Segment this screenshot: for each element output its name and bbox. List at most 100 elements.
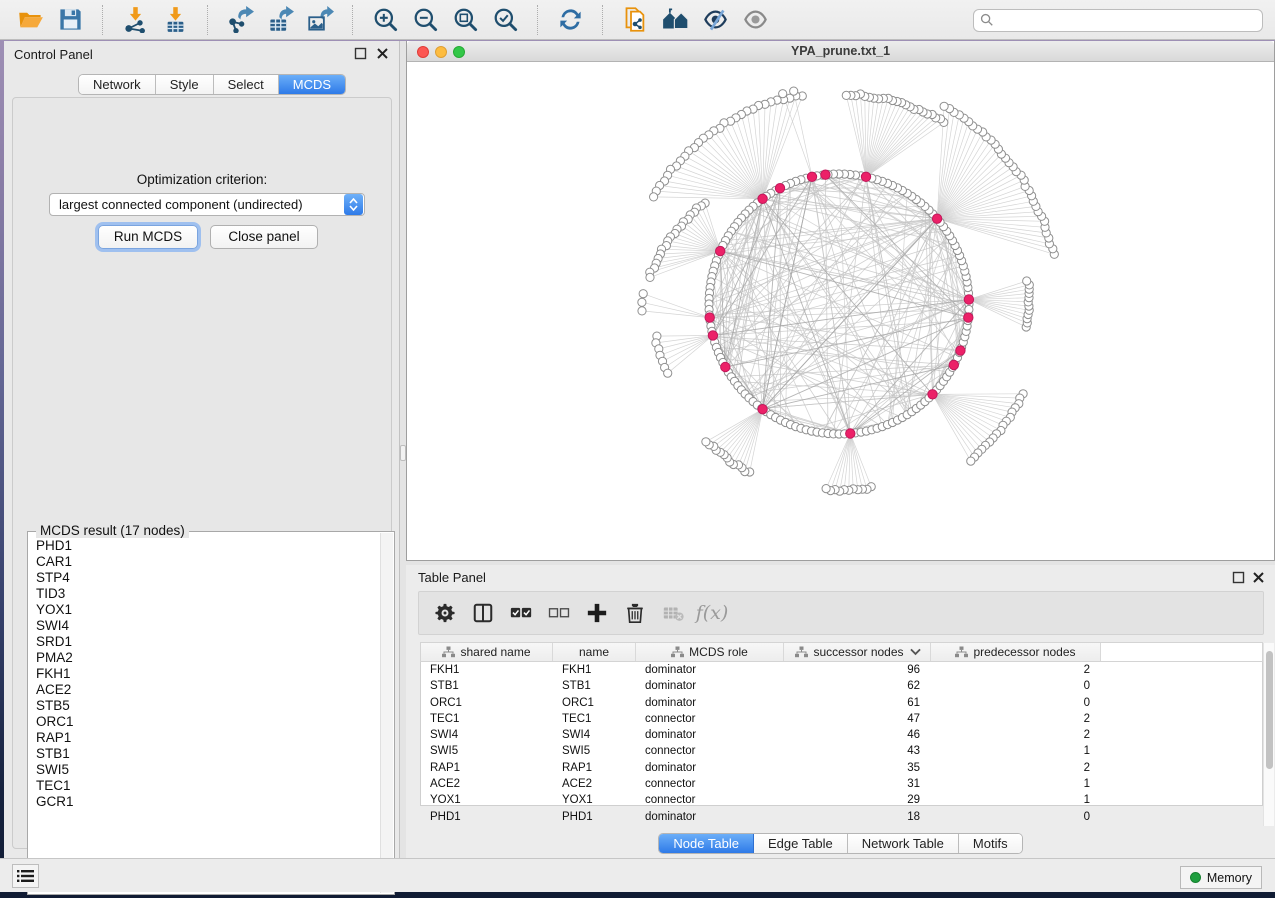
import-table-icon[interactable]: [155, 3, 195, 37]
graph-dominator-node[interactable]: [721, 362, 730, 371]
mcds-result-item[interactable]: STB5: [28, 698, 380, 714]
table-cell[interactable]: 2: [930, 727, 1100, 743]
graph-node[interactable]: [967, 457, 975, 465]
graph-node[interactable]: [965, 305, 973, 313]
table-cell[interactable]: 61: [783, 695, 930, 711]
table-cell[interactable]: dominator: [635, 760, 783, 776]
table-cell[interactable]: TEC1: [552, 711, 635, 727]
show-columns-icon[interactable]: [467, 596, 499, 630]
mcds-result-item[interactable]: STB1: [28, 746, 380, 762]
graph-node[interactable]: [664, 369, 672, 377]
graph-dominator-node[interactable]: [928, 390, 937, 399]
graph-dominator-node[interactable]: [846, 429, 855, 438]
table-cell[interactable]: SWI4: [552, 727, 635, 743]
run-mcds-button[interactable]: Run MCDS: [98, 225, 198, 249]
delete-row-icon[interactable]: [619, 596, 651, 630]
table-cell[interactable]: 1: [930, 792, 1100, 808]
table-row[interactable]: ORC1ORC1dominator610: [420, 695, 1253, 711]
table-cell[interactable]: ORC1: [552, 695, 635, 711]
network-window-titlebar[interactable]: YPA_prune.txt_1: [407, 41, 1274, 62]
table-cell[interactable]: ORC1: [420, 695, 552, 711]
column-header-name[interactable]: name: [553, 643, 636, 661]
float-panel-icon[interactable]: [354, 47, 367, 60]
mcds-list-scrollbar[interactable]: [380, 533, 393, 893]
graph-dominator-node[interactable]: [807, 172, 816, 181]
export-network-icon[interactable]: [220, 3, 260, 37]
table-cell[interactable]: 96: [783, 662, 930, 678]
export-table-icon[interactable]: [260, 3, 300, 37]
graph-node[interactable]: [940, 102, 948, 110]
table-row[interactable]: ACE2ACE2connector311: [420, 776, 1253, 792]
table-cell[interactable]: dominator: [635, 727, 783, 743]
graph-dominator-node[interactable]: [716, 246, 725, 255]
graph-dominator-node[interactable]: [861, 172, 870, 181]
export-image-icon[interactable]: [300, 3, 340, 37]
graph-node[interactable]: [639, 290, 647, 298]
mcds-result-item[interactable]: ORC1: [28, 714, 380, 730]
show-graphics-details-icon[interactable]: [735, 3, 775, 37]
tab-network[interactable]: Network: [79, 75, 156, 94]
graph-dominator-node[interactable]: [758, 194, 767, 203]
table-cell[interactable]: 1: [930, 743, 1100, 759]
tab-node-table[interactable]: Node Table: [659, 834, 754, 853]
table-cell[interactable]: connector: [635, 792, 783, 808]
graph-dominator-node[interactable]: [775, 184, 784, 193]
table-cell[interactable]: RAP1: [420, 760, 552, 776]
graph-node[interactable]: [842, 91, 850, 99]
table-cell[interactable]: STB1: [552, 678, 635, 694]
graph-dominator-node[interactable]: [964, 295, 973, 304]
tab-style[interactable]: Style: [156, 75, 214, 94]
sort-chevron-icon[interactable]: [909, 646, 919, 658]
table-row[interactable]: TEC1TEC1connector472: [420, 711, 1253, 727]
table-cell[interactable]: dominator: [635, 809, 783, 825]
graph-dominator-node[interactable]: [758, 405, 767, 414]
graph-dominator-node[interactable]: [932, 214, 941, 223]
tab-network-table[interactable]: Network Table: [848, 834, 959, 853]
search-input[interactable]: [973, 9, 1263, 32]
table-cell[interactable]: 2: [930, 711, 1100, 727]
float-panel-icon[interactable]: [1232, 571, 1245, 584]
mcds-result-item[interactable]: STP4: [28, 570, 380, 586]
column-header-predecessor-nodes[interactable]: predecessor nodes: [931, 643, 1101, 661]
table-cell[interactable]: 62: [783, 678, 930, 694]
graph-node[interactable]: [638, 298, 646, 306]
delete-table-icon[interactable]: [657, 596, 689, 630]
zoom-in-icon[interactable]: [365, 3, 405, 37]
graph-node[interactable]: [646, 273, 654, 281]
network-graph-svg[interactable]: [407, 62, 1274, 559]
table-cell[interactable]: RAP1: [552, 760, 635, 776]
zoom-out-icon[interactable]: [405, 3, 445, 37]
mcds-result-item[interactable]: SWI5: [28, 762, 380, 778]
table-cell[interactable]: YOX1: [420, 792, 552, 808]
table-cell[interactable]: 29: [783, 792, 930, 808]
graph-dominator-node[interactable]: [821, 170, 830, 179]
save-icon[interactable]: [50, 3, 90, 37]
zoom-fit-icon[interactable]: [445, 3, 485, 37]
table-cell[interactable]: connector: [635, 743, 783, 759]
close-panel-button[interactable]: Close panel: [210, 225, 318, 249]
column-header-shared-name[interactable]: shared name: [421, 643, 553, 661]
graph-node[interactable]: [638, 307, 646, 315]
mcds-result-item[interactable]: SWI4: [28, 618, 380, 634]
table-cell[interactable]: TEC1: [420, 711, 552, 727]
tab-mcds[interactable]: MCDS: [279, 75, 345, 94]
mcds-result-item[interactable]: GCR1: [28, 794, 380, 810]
table-cell[interactable]: 43: [783, 743, 930, 759]
clone-network-icon[interactable]: [615, 3, 655, 37]
deselect-all-checkboxes-icon[interactable]: [543, 596, 575, 630]
table-cell[interactable]: connector: [635, 711, 783, 727]
table-row[interactable]: SWI4SWI4dominator462: [420, 727, 1253, 743]
table-cell[interactable]: SWI4: [420, 727, 552, 743]
table-cell[interactable]: YOX1: [552, 792, 635, 808]
table-cell[interactable]: dominator: [635, 695, 783, 711]
open-file-icon[interactable]: [10, 3, 50, 37]
table-cell[interactable]: 0: [930, 809, 1100, 825]
table-cell[interactable]: ACE2: [420, 776, 552, 792]
table-cell[interactable]: 47: [783, 711, 930, 727]
table-cell[interactable]: 0: [930, 678, 1100, 694]
close-panel-icon[interactable]: [376, 47, 389, 60]
mcds-result-item[interactable]: TEC1: [28, 778, 380, 794]
network-overview-icon[interactable]: [655, 3, 695, 37]
table-cell[interactable]: 46: [783, 727, 930, 743]
tab-motifs[interactable]: Motifs: [959, 834, 1022, 853]
